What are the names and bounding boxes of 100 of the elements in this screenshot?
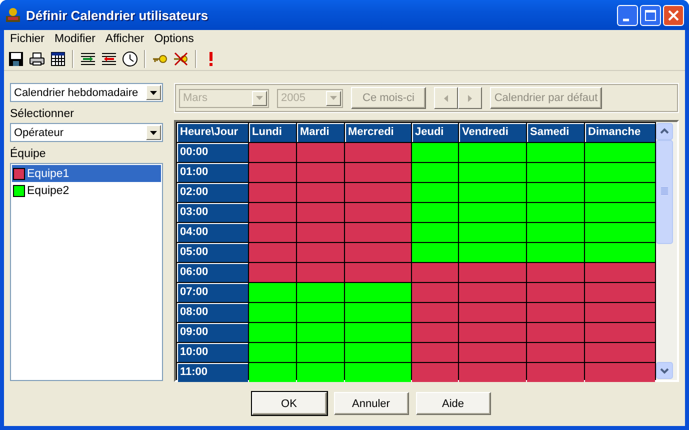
schedule-cell[interactable]: [412, 243, 458, 262]
schedule-cell[interactable]: [459, 323, 526, 342]
schedule-cell[interactable]: [527, 263, 584, 282]
schedule-cell[interactable]: [459, 263, 526, 282]
schedule-cell[interactable]: [527, 303, 584, 322]
schedule-cell[interactable]: [585, 283, 655, 302]
schedule-cell[interactable]: [249, 263, 296, 282]
schedule-cell[interactable]: [585, 343, 655, 362]
schedule-cell[interactable]: [527, 343, 584, 362]
schedule-cell[interactable]: [585, 363, 655, 382]
schedule-cell[interactable]: [249, 323, 296, 342]
schedule-cell[interactable]: [585, 183, 655, 202]
schedule-cell[interactable]: [249, 243, 296, 262]
schedule-cell[interactable]: [412, 363, 458, 382]
schedule-cell[interactable]: [249, 303, 296, 322]
schedule-cell[interactable]: [412, 163, 458, 182]
schedule-cell[interactable]: [249, 363, 296, 382]
schedule-cell[interactable]: [249, 183, 296, 202]
schedule-cell[interactable]: [412, 283, 458, 302]
dialog-button[interactable]: Annuler: [334, 392, 408, 415]
schedule-cell[interactable]: [345, 363, 411, 382]
schedule-cell[interactable]: [412, 263, 458, 282]
schedule-cell[interactable]: [249, 203, 296, 222]
dialog-button[interactable]: Aide: [416, 392, 490, 415]
schedule-cell[interactable]: [412, 143, 458, 162]
schedule-cell[interactable]: [249, 143, 296, 162]
schedule-cell[interactable]: [297, 283, 344, 302]
schedule-cell[interactable]: [585, 243, 655, 262]
schedule-cell[interactable]: [459, 163, 526, 182]
schedule-cell[interactable]: [249, 223, 296, 242]
schedule-cell[interactable]: [297, 363, 344, 382]
schedule-cell[interactable]: [527, 283, 584, 302]
schedule-cell[interactable]: [297, 303, 344, 322]
schedule-cell[interactable]: [345, 243, 411, 262]
team-item[interactable]: Equipe2: [12, 182, 161, 199]
schedule-cell[interactable]: [527, 143, 584, 162]
scrollbar-thumb[interactable]: [656, 140, 673, 244]
schedule-cell[interactable]: [345, 143, 411, 162]
schedule-cell[interactable]: [459, 243, 526, 262]
schedule-cell[interactable]: [459, 283, 526, 302]
menu-item[interactable]: Modifier: [50, 33, 102, 45]
schedule-cell[interactable]: [345, 323, 411, 342]
schedule-cell[interactable]: [585, 143, 655, 162]
schedule-cell[interactable]: [412, 343, 458, 362]
schedule-cell[interactable]: [585, 203, 655, 222]
schedule-cell[interactable]: [412, 323, 458, 342]
schedule-cell[interactable]: [297, 163, 344, 182]
schedule-cell[interactable]: [249, 163, 296, 182]
select-dropdown[interactable]: Opérateur: [10, 123, 163, 142]
schedule-cell[interactable]: [412, 223, 458, 242]
schedule-cell[interactable]: [459, 203, 526, 222]
schedule-cell[interactable]: [527, 243, 584, 262]
previous-button[interactable]: [434, 87, 458, 109]
schedule-cell[interactable]: [412, 183, 458, 202]
schedule-cell[interactable]: [345, 283, 411, 302]
team-item[interactable]: Equipe1: [12, 165, 161, 182]
schedule-cell[interactable]: [459, 363, 526, 382]
schedule-cell[interactable]: [345, 163, 411, 182]
minimize-icon[interactable]: [617, 4, 638, 26]
schedule-cell[interactable]: [459, 183, 526, 202]
scroll-down-icon[interactable]: [656, 362, 673, 379]
schedule-cell[interactable]: [459, 223, 526, 242]
schedule-cell[interactable]: [345, 183, 411, 202]
schedule-cell[interactable]: [412, 203, 458, 222]
schedule-cell[interactable]: [527, 363, 584, 382]
schedule-cell[interactable]: [249, 343, 296, 362]
schedule-cell[interactable]: [297, 143, 344, 162]
schedule-cell[interactable]: [297, 223, 344, 242]
schedule-cell[interactable]: [585, 303, 655, 322]
schedule-cell[interactable]: [297, 183, 344, 202]
indent-right-icon[interactable]: [80, 51, 96, 67]
schedule-cell[interactable]: [249, 283, 296, 302]
schedule-cell[interactable]: [345, 223, 411, 242]
schedule-cell[interactable]: [527, 163, 584, 182]
menu-item[interactable]: Fichier: [6, 33, 51, 45]
schedule-cell[interactable]: [412, 303, 458, 322]
schedule-cell[interactable]: [345, 203, 411, 222]
schedule-cell[interactable]: [459, 343, 526, 362]
schedule-cell[interactable]: [345, 263, 411, 282]
scroll-up-icon[interactable]: [656, 123, 673, 140]
schedule-cell[interactable]: [585, 223, 655, 242]
menu-item[interactable]: Afficher: [101, 33, 150, 45]
next-button[interactable]: [458, 87, 482, 109]
schedule-cell[interactable]: [297, 203, 344, 222]
schedule-cell[interactable]: [585, 323, 655, 342]
grid-icon[interactable]: [50, 51, 66, 67]
save-icon[interactable]: [8, 51, 24, 67]
maximize-icon[interactable]: [640, 4, 661, 26]
dialog-button[interactable]: OK: [252, 392, 326, 415]
clock-icon[interactable]: [122, 51, 138, 67]
schedule-cell[interactable]: [527, 323, 584, 342]
schedule-cell[interactable]: [527, 203, 584, 222]
calendar-type-dropdown[interactable]: Calendrier hebdomadaire: [10, 83, 163, 102]
schedule-cell[interactable]: [527, 223, 584, 242]
schedule-cell[interactable]: [459, 303, 526, 322]
schedule-cell[interactable]: [585, 263, 655, 282]
menu-item[interactable]: Options: [150, 33, 200, 45]
schedule-cell[interactable]: [297, 243, 344, 262]
print-icon[interactable]: [29, 51, 45, 67]
schedule-cell[interactable]: [527, 183, 584, 202]
